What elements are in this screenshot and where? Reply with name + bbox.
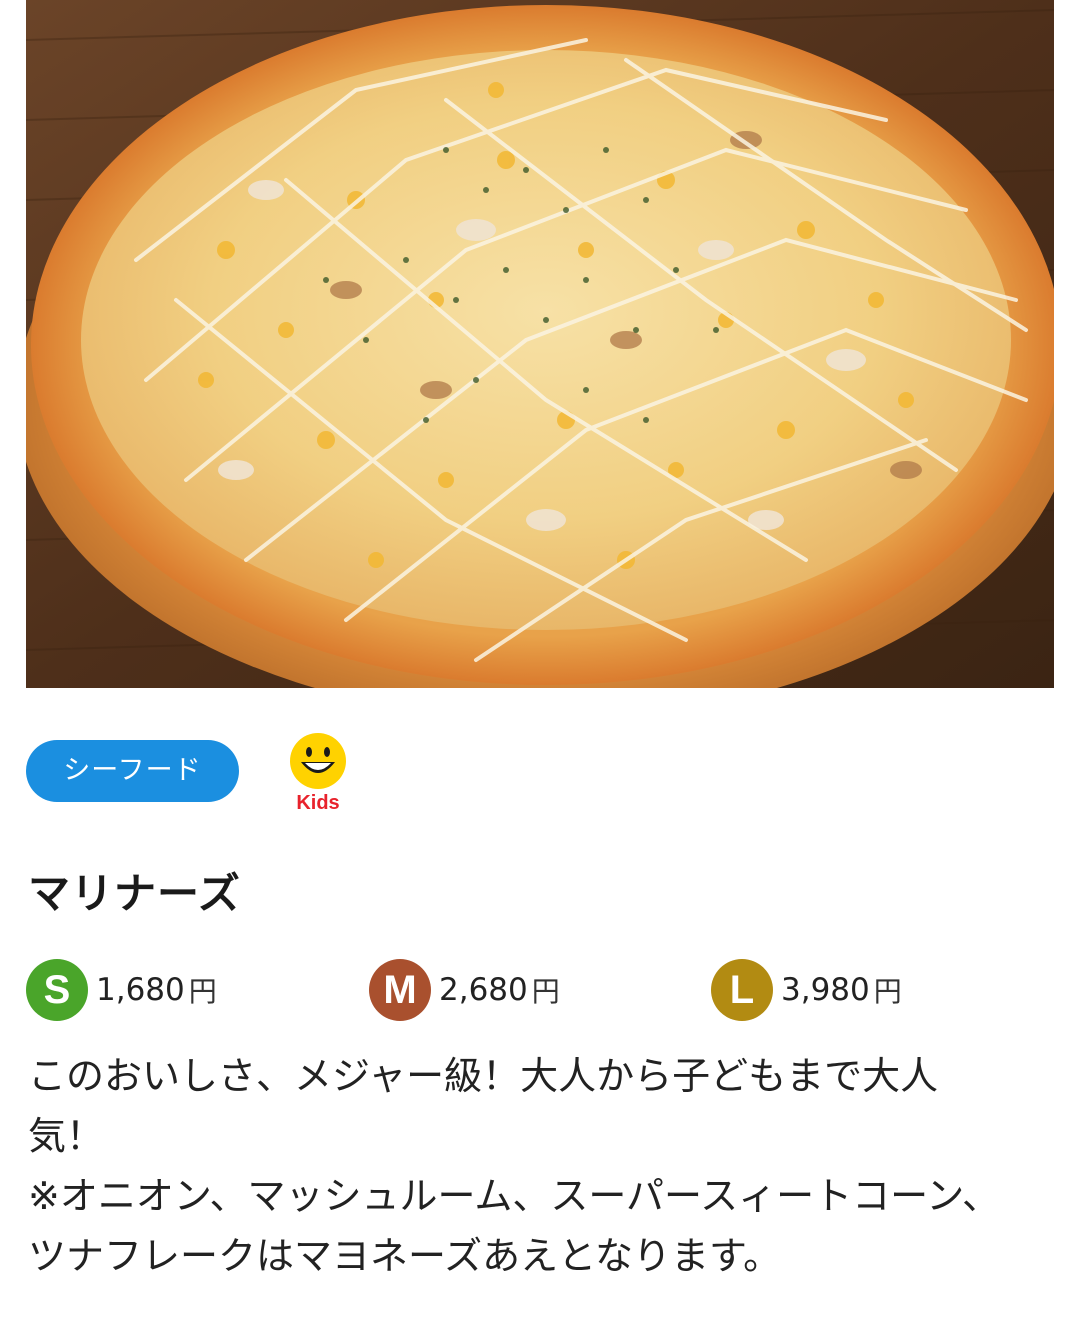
price-list: S 1,680 円 M 2,680 円 L 3,980 円 — [0, 958, 1080, 1022]
price-item-l: L 3,980 円 — [711, 958, 902, 1022]
description-line-1: このおいしさ、メジャー級！大人から子どもまで大人気！ — [28, 1054, 939, 1158]
product-title: マリナーズ — [28, 869, 241, 918]
price-m-unit: 円 — [531, 975, 560, 1008]
price-item-s: S 1,680 円 — [26, 958, 217, 1022]
kids-badge: Kids — [283, 732, 353, 814]
price-s-value: 1,680 — [96, 972, 185, 1008]
smiley-face-icon — [290, 733, 346, 789]
size-m-badge: M — [369, 959, 431, 1021]
category-tag-seafood[interactable]: シーフード — [26, 740, 239, 802]
size-l-badge: L — [711, 959, 773, 1021]
price-s-unit: 円 — [188, 975, 217, 1008]
description-line-2: ※オニオン、マッシュルーム、スーパースィートコーン、ツナフレークはマヨネーズあえ… — [28, 1174, 1000, 1278]
pizza-photo — [26, 0, 1054, 688]
size-s-badge: S — [26, 959, 88, 1021]
product-description: このおいしさ、メジャー級！大人から子どもまで大人気！ ※オニオン、マッシュルーム… — [28, 1046, 1008, 1286]
kids-label: Kids — [296, 792, 340, 814]
price-l-value: 3,980 — [781, 972, 870, 1008]
price-item-m: M 2,680 円 — [369, 958, 560, 1022]
price-l-unit: 円 — [873, 975, 902, 1008]
price-m-value: 2,680 — [439, 972, 528, 1008]
